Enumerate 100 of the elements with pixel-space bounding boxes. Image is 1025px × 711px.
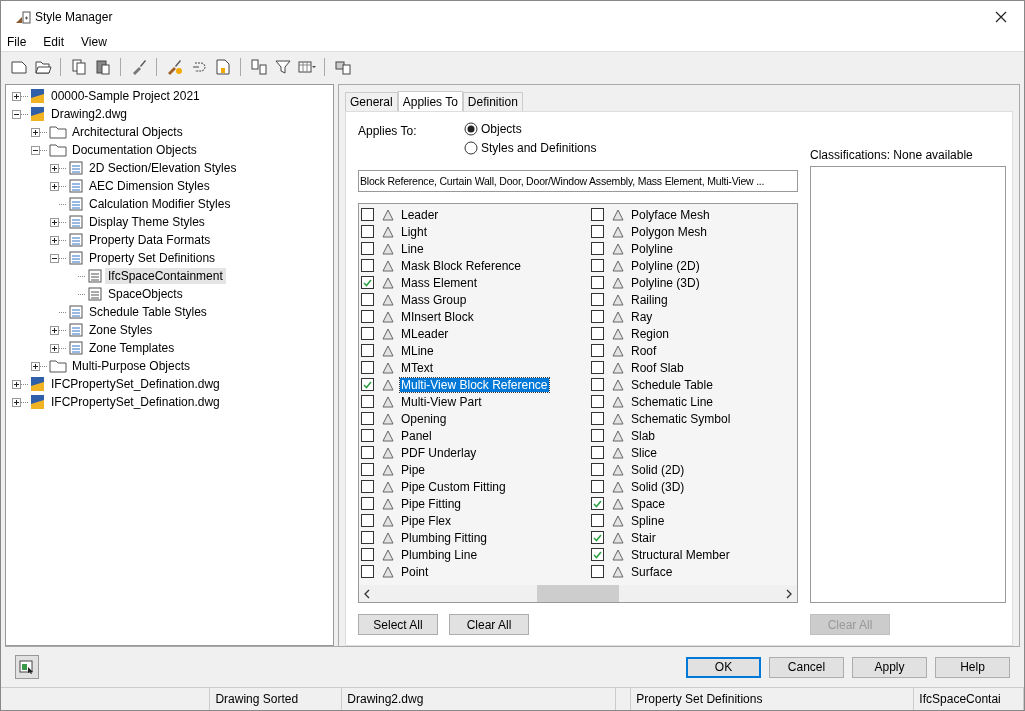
object-type-item[interactable]: Mass Element [400, 275, 479, 290]
expander-button[interactable] [50, 325, 59, 335]
checkbox[interactable] [591, 276, 604, 289]
expander-button[interactable] [31, 361, 40, 371]
radio-option[interactable]: Styles and Definitions [464, 141, 597, 155]
object-type-item[interactable]: Polyline (3D) [630, 275, 701, 290]
list-button[interactable]: Select All [358, 614, 438, 635]
checkbox[interactable] [591, 259, 604, 272]
checkbox[interactable] [591, 497, 604, 510]
checkbox[interactable] [361, 327, 374, 340]
object-type-item[interactable]: Polyline (2D) [630, 258, 701, 273]
object-type-item[interactable]: Schedule Table [630, 377, 714, 392]
checkbox[interactable] [361, 531, 374, 544]
expander-button[interactable] [50, 217, 59, 227]
object-type-item[interactable]: Space [630, 496, 667, 511]
checkbox[interactable] [361, 208, 374, 221]
object-type-item[interactable]: Pipe [400, 462, 427, 477]
object-type-item[interactable]: Polyline [630, 241, 675, 256]
checkbox[interactable] [591, 565, 604, 578]
object-type-item[interactable]: Region [630, 326, 671, 341]
object-type-item[interactable]: Multi-View Block Reference [400, 377, 549, 392]
expander-button[interactable] [50, 181, 59, 191]
checkbox[interactable] [591, 242, 604, 255]
tree-item[interactable]: Property Data Formats [86, 232, 214, 248]
checkbox[interactable] [361, 361, 374, 374]
expander-button[interactable] [50, 235, 59, 245]
tree-item[interactable]: Display Theme Styles [86, 214, 208, 230]
tree-item[interactable]: IFCPropertySet_Defination.dwg [48, 394, 223, 410]
tree-item[interactable]: Property Set Definitions [86, 250, 219, 266]
expander-button[interactable] [12, 397, 21, 407]
object-type-item[interactable]: PDF Underlay [400, 445, 478, 460]
object-type-item[interactable]: Opening [400, 411, 448, 426]
expander-button[interactable] [50, 343, 59, 353]
dialog-button[interactable]: OK [686, 656, 761, 678]
object-type-item[interactable]: Pipe Fitting [400, 496, 463, 511]
checkbox[interactable] [361, 310, 374, 323]
checkbox[interactable] [361, 565, 374, 578]
object-type-item[interactable]: Pipe Custom Fitting [400, 479, 507, 494]
object-type-item[interactable]: MLine [400, 343, 435, 358]
object-type-item[interactable]: Slab [630, 428, 657, 443]
radio-option[interactable]: Objects [464, 122, 597, 136]
expander-button[interactable] [12, 109, 21, 119]
checkbox[interactable] [591, 531, 604, 544]
horizontal-scrollbar[interactable] [359, 585, 797, 602]
object-type-item[interactable]: Schematic Symbol [630, 411, 732, 426]
object-type-item[interactable]: Surface [630, 564, 674, 579]
tree-item[interactable]: Zone Templates [86, 340, 178, 356]
tree-item[interactable]: 00000-Sample Project 2021 [48, 88, 203, 104]
checkbox[interactable] [361, 514, 374, 527]
checkbox[interactable] [591, 361, 604, 374]
tree-item[interactable]: IFCPropertySet_Defination.dwg [48, 376, 223, 392]
checkbox[interactable] [591, 344, 604, 357]
object-type-item[interactable]: Stair [630, 530, 657, 545]
checkbox[interactable] [591, 548, 604, 561]
checkbox[interactable] [591, 310, 604, 323]
expander-button[interactable] [12, 91, 21, 101]
expander-button[interactable] [31, 145, 40, 155]
expander-button[interactable] [31, 127, 40, 137]
object-type-item[interactable]: Light [400, 224, 429, 239]
object-type-item[interactable]: MText [400, 360, 434, 375]
object-type-item[interactable]: Roof Slab [630, 360, 685, 375]
checkbox[interactable] [591, 446, 604, 459]
checkbox[interactable] [361, 242, 374, 255]
checkbox[interactable] [361, 429, 374, 442]
object-type-item[interactable]: Slice [630, 445, 658, 460]
checkbox[interactable] [591, 378, 604, 391]
window-button[interactable] [15, 655, 39, 679]
checkbox[interactable] [361, 412, 374, 425]
tree-item[interactable]: Architectural Objects [69, 124, 186, 140]
tree-item[interactable]: SpaceObjects [105, 286, 186, 302]
tree-item[interactable]: Zone Styles [86, 322, 156, 338]
object-type-item[interactable]: Plumbing Fitting [400, 530, 489, 545]
object-type-item[interactable]: Roof [630, 343, 658, 358]
tree-item[interactable]: Schedule Table Styles [86, 304, 210, 320]
checkbox[interactable] [591, 225, 604, 238]
menu-item[interactable]: Edit [43, 34, 65, 49]
object-type-item[interactable]: Polyface Mesh [630, 207, 711, 222]
object-type-item[interactable]: Structural Member [630, 547, 731, 562]
object-type-item[interactable]: Leader [400, 207, 440, 222]
object-type-item[interactable]: Mask Block Reference [400, 258, 523, 273]
object-type-item[interactable]: Solid (2D) [630, 462, 686, 477]
object-type-item[interactable]: Point [400, 564, 430, 579]
object-type-item[interactable]: Line [400, 241, 425, 256]
checkbox[interactable] [361, 225, 374, 238]
checkbox[interactable] [591, 208, 604, 221]
tree-item[interactable]: Documentation Objects [69, 142, 200, 158]
object-type-item[interactable]: Mass Group [400, 292, 468, 307]
dialog-button[interactable]: Cancel [769, 656, 844, 678]
object-type-item[interactable]: Plumbing Line [400, 547, 479, 562]
object-type-item[interactable]: Panel [400, 428, 433, 443]
checkbox[interactable] [591, 514, 604, 527]
object-type-item[interactable]: Multi-View Part [400, 394, 483, 409]
object-type-item[interactable]: Railing [630, 292, 669, 307]
menu-item[interactable]: View [81, 34, 107, 49]
checkbox[interactable] [361, 497, 374, 510]
checkbox[interactable] [361, 548, 374, 561]
object-type-item[interactable]: Solid (3D) [630, 479, 686, 494]
tab[interactable]: General [345, 92, 398, 111]
dialog-button[interactable]: Help [935, 656, 1010, 678]
checkbox[interactable] [361, 276, 374, 289]
